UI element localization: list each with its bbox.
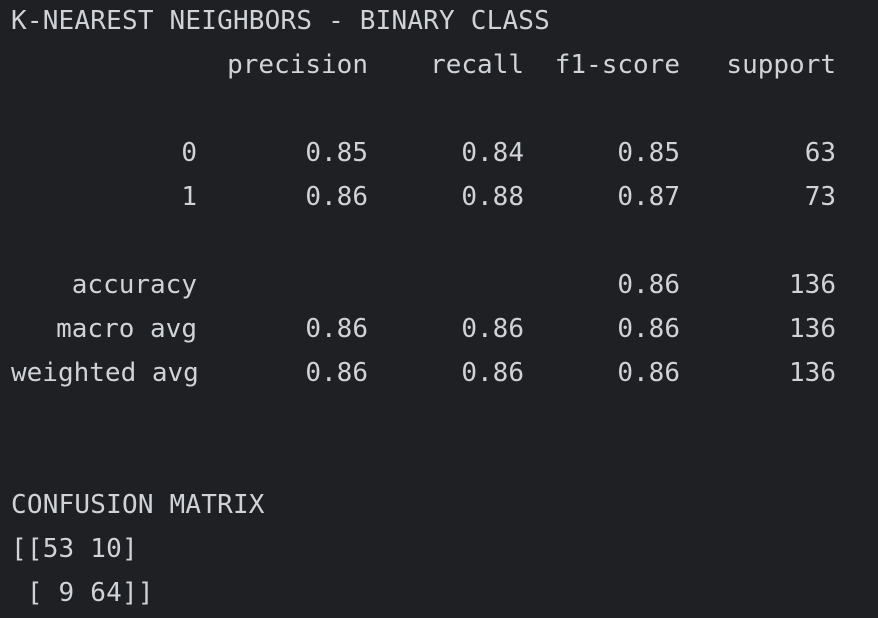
row-label-1: 1 xyxy=(181,182,197,212)
row-recall-0: 0.84 xyxy=(461,138,524,168)
row-support-1: 73 xyxy=(804,182,836,212)
summary-f1-weighted-avg: 0.86 xyxy=(617,358,680,388)
row-f1-0: 0.85 xyxy=(617,138,680,168)
summary-precision-macro-avg: 0.86 xyxy=(305,314,368,344)
summary-label-macro-avg: macro avg xyxy=(56,314,197,344)
summary-label-accuracy: accuracy xyxy=(71,270,197,300)
summary-precision-weighted-avg: 0.86 xyxy=(305,358,368,388)
row-label-0: 0 xyxy=(181,138,197,168)
row-support-0: 63 xyxy=(804,138,836,168)
row-recall-1: 0.88 xyxy=(461,182,524,212)
header-precision: precision xyxy=(227,50,368,80)
row-f1-1: 0.87 xyxy=(617,182,680,212)
row-precision-1: 0.86 xyxy=(305,182,368,212)
summary-recall-weighted-avg: 0.86 xyxy=(461,358,524,388)
header-recall: recall xyxy=(430,50,524,80)
confusion-matrix-row-1: [[53 10] xyxy=(11,534,138,564)
summary-label-weighted-avg: weighted avg xyxy=(11,358,199,388)
summary-f1-accuracy: 0.86 xyxy=(617,270,680,300)
confusion-matrix-title: CONFUSION MATRIX xyxy=(11,490,265,520)
summary-recall-macro-avg: 0.86 xyxy=(461,314,524,344)
confusion-matrix-row-2: [ 9 64]] xyxy=(11,578,154,608)
summary-f1-macro-avg: 0.86 xyxy=(617,314,680,344)
header-support: support xyxy=(726,50,836,80)
console-output: K-NEAREST NEIGHBORS - BINARY CLASS preci… xyxy=(0,0,878,618)
summary-support-accuracy: 136 xyxy=(789,270,836,300)
report-title: K-NEAREST NEIGHBORS - BINARY CLASS xyxy=(11,6,551,36)
header-f1-score: f1-score xyxy=(554,50,680,80)
summary-support-macro-avg: 136 xyxy=(789,314,836,344)
row-precision-0: 0.85 xyxy=(305,138,368,168)
summary-support-weighted-avg: 136 xyxy=(789,358,836,388)
